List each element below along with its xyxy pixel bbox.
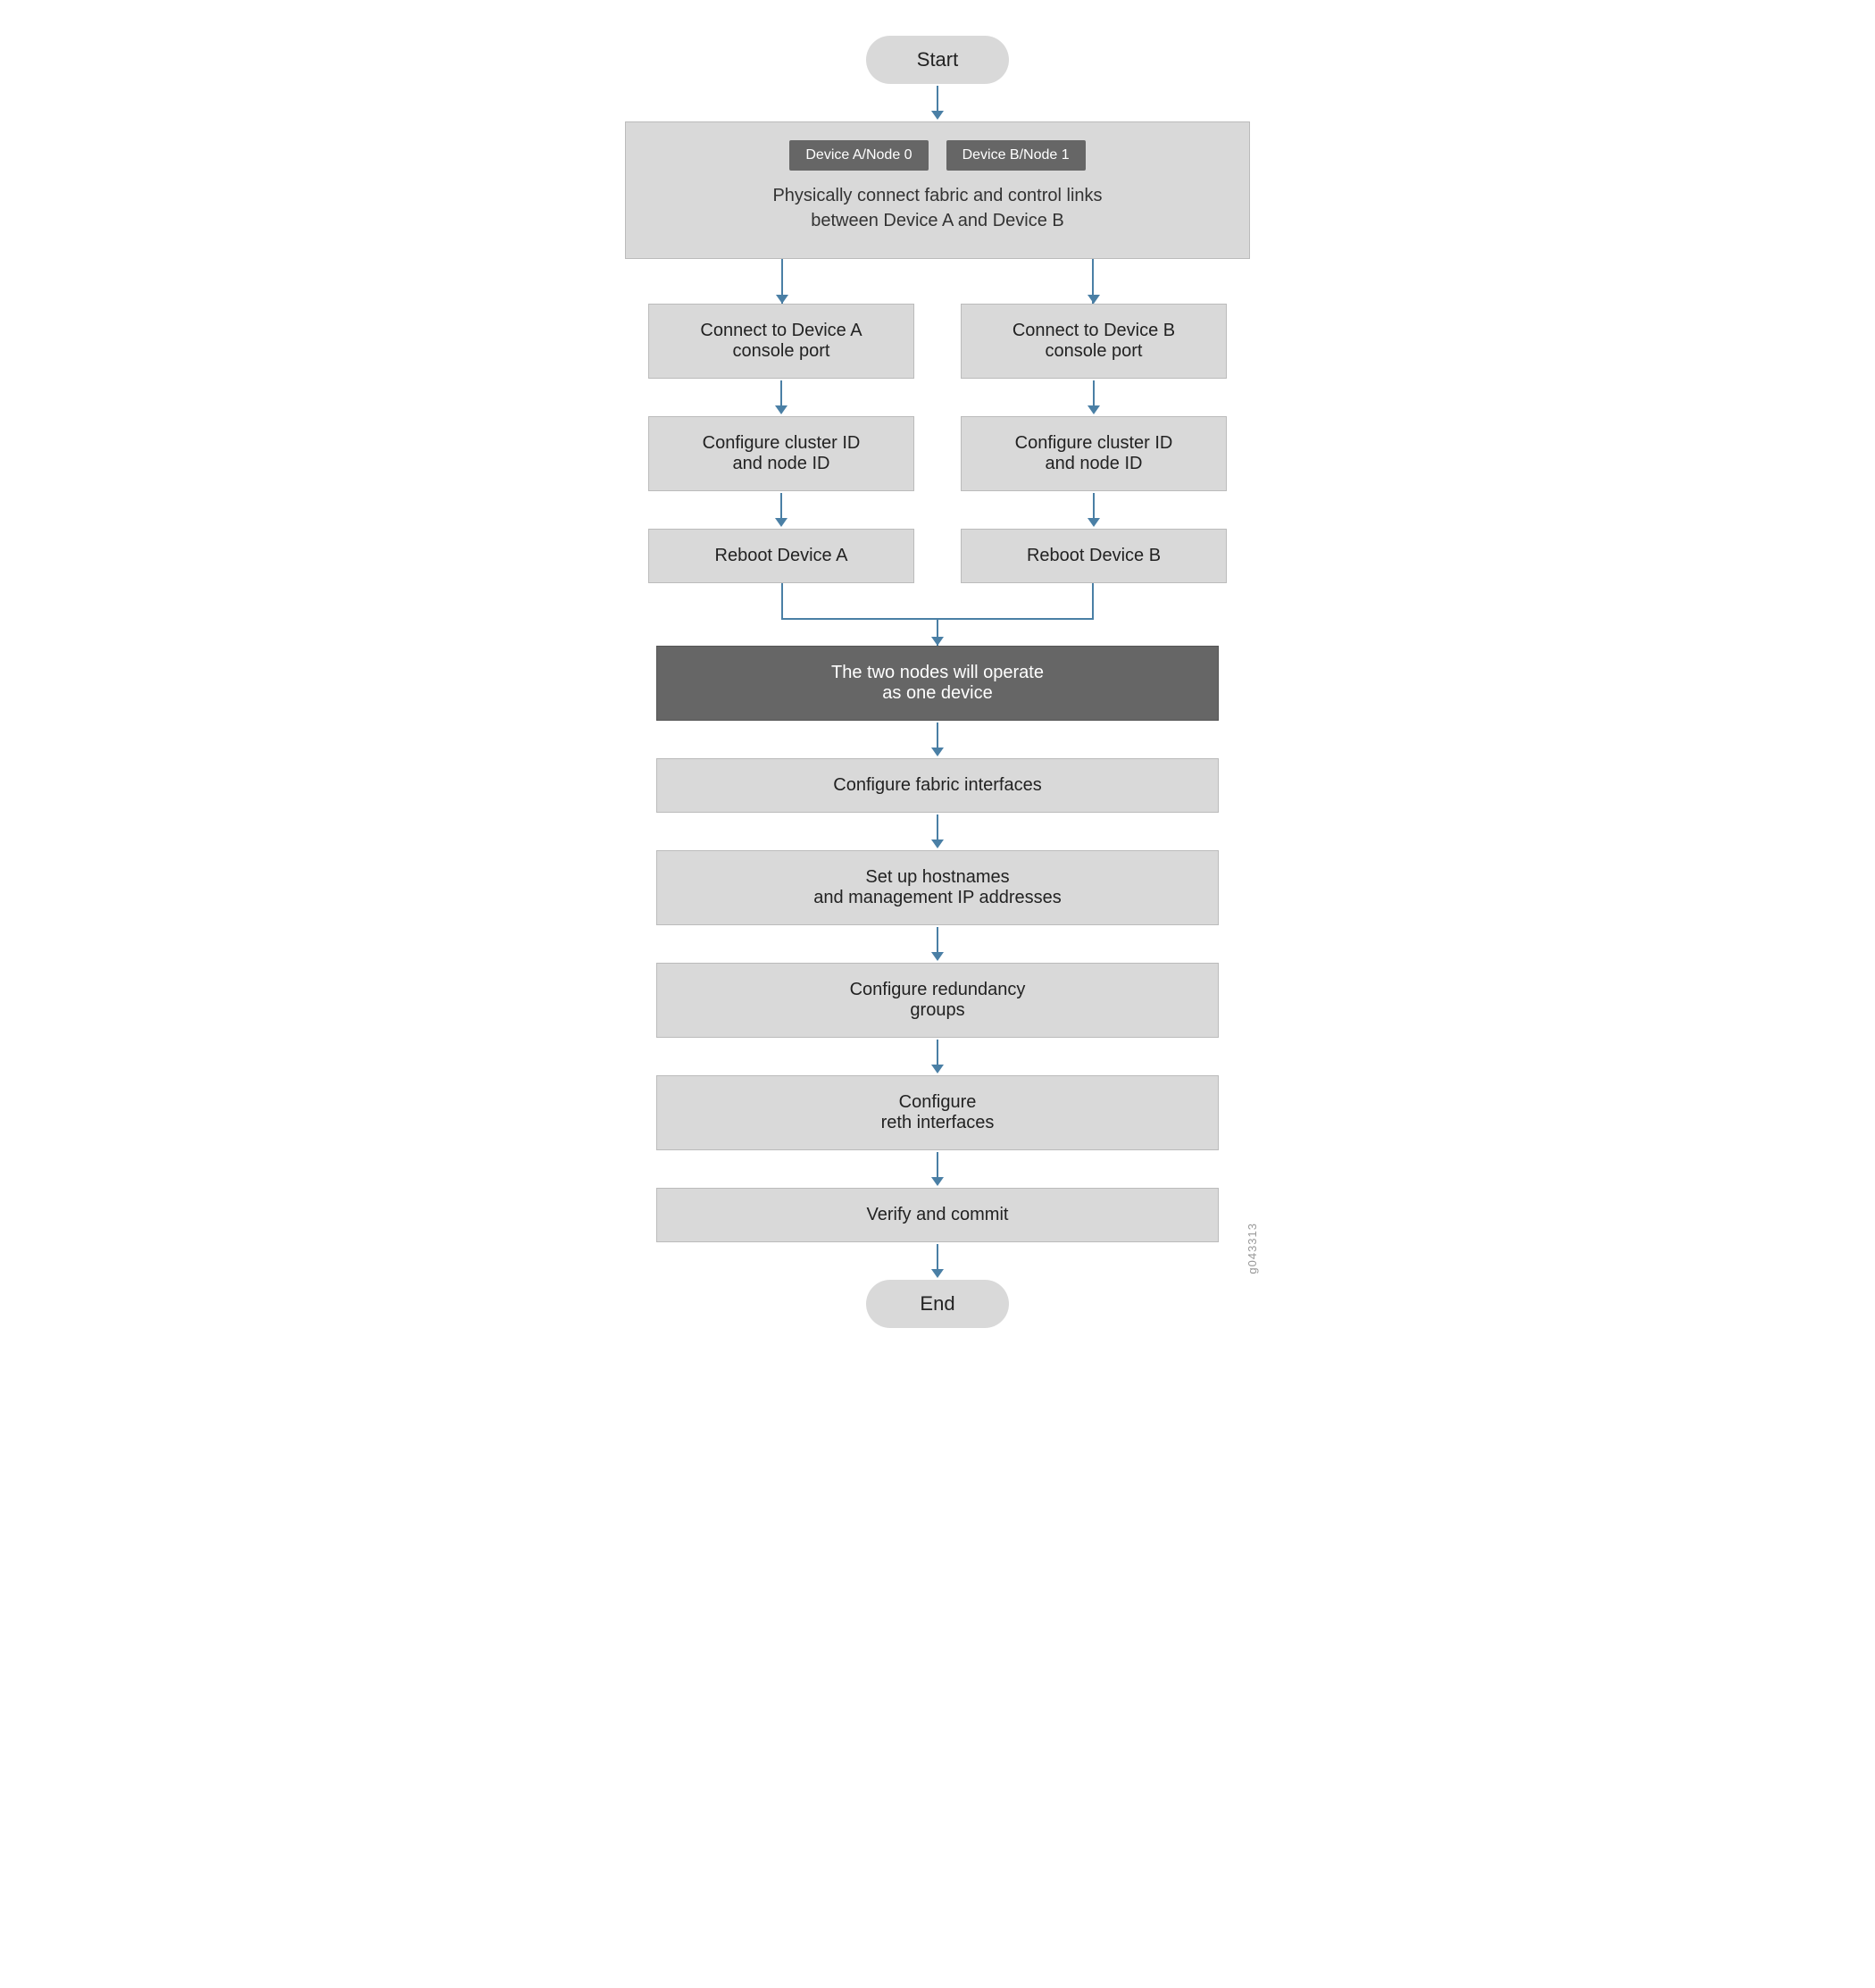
left-column: Connect to Device Aconsole port Configur… — [625, 304, 938, 583]
configure-redundancy-groups: Configure redundancygroups — [656, 963, 1219, 1038]
arrow-unified-2 — [931, 814, 944, 848]
arrow-unified-5 — [931, 1152, 944, 1186]
configure-cluster-b: Configure cluster IDand node ID — [961, 416, 1227, 491]
end-node: End — [866, 1280, 1009, 1328]
configure-fabric-interfaces: Configure fabric interfaces — [656, 758, 1219, 813]
merged-labels: Device A/Node 0 Device B/Node 1 — [789, 140, 1085, 171]
arrow-to-end — [931, 1244, 944, 1278]
connect-device-a: Connect to Device Aconsole port — [648, 304, 914, 379]
merge-right-vert — [1092, 583, 1094, 619]
arrow-left-1 — [775, 380, 788, 414]
merged-box-text: Physically connect fabric and control li… — [772, 183, 1102, 233]
arrow-unified-1 — [931, 723, 944, 756]
merge-arrow-head — [931, 637, 944, 646]
set-up-hostnames: Set up hostnamesand management IP addres… — [656, 850, 1219, 925]
right-column: Connect to Device Bconsole port Configur… — [938, 304, 1250, 583]
start-node: Start — [866, 36, 1009, 84]
two-col-section: Connect to Device Aconsole port Configur… — [625, 304, 1250, 583]
arrow-left-2 — [775, 493, 788, 527]
arrow-unified-4 — [931, 1040, 944, 1073]
arrow-start-to-merged — [931, 86, 944, 120]
configure-cluster-a: Configure cluster IDand node ID — [648, 416, 914, 491]
branch-arrow-right — [1088, 295, 1100, 304]
arrow-unified-3 — [931, 927, 944, 961]
merge-arrows — [625, 583, 1250, 646]
connect-device-b: Connect to Device Bconsole port — [961, 304, 1227, 379]
arrow-right-2 — [1088, 493, 1100, 527]
verify-and-commit: Verify and commit — [656, 1188, 1219, 1242]
reboot-device-b: Reboot Device B — [961, 529, 1227, 583]
merge-left-vert — [781, 583, 783, 619]
branch-arrows — [625, 259, 1250, 304]
device-b-label: Device B/Node 1 — [946, 140, 1086, 171]
configure-reth-interfaces: Configurereth interfaces — [656, 1075, 1219, 1150]
arrow-right-1 — [1088, 380, 1100, 414]
watermark: g043313 — [1246, 1223, 1259, 1274]
branch-arrow-left — [776, 295, 788, 304]
device-a-label: Device A/Node 0 — [789, 140, 928, 171]
two-nodes-step: The two nodes will operateas one device — [656, 646, 1219, 721]
diagram-container: Start Device A/Node 0 Device B/Node 1 Ph… — [625, 36, 1250, 1328]
reboot-device-a: Reboot Device A — [648, 529, 914, 583]
merged-top-box: Device A/Node 0 Device B/Node 1 Physical… — [625, 121, 1250, 259]
